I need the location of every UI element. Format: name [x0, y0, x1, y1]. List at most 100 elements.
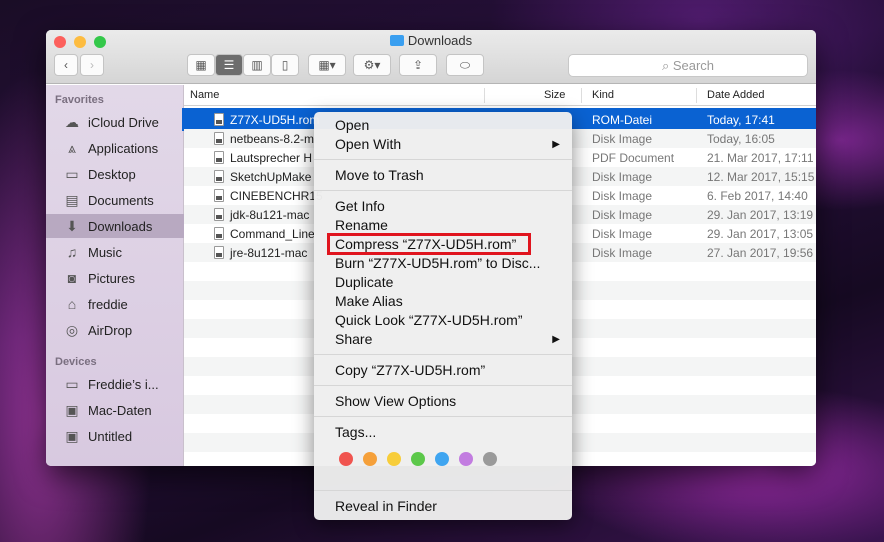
favorites-heading: Favorites [55, 94, 104, 106]
tag-color-dot[interactable] [411, 452, 425, 466]
search-placeholder: Search [672, 58, 715, 73]
sidebar: Favorites Devices ☁ iCloud Drive ⩓ Applicat… [46, 85, 184, 466]
menu-item-label: Move to Trash [335, 167, 424, 183]
menu-item-make-alias[interactable]: Make Alias [314, 292, 572, 311]
menu-item-open-with[interactable]: Open With ▶ [314, 135, 572, 154]
file-icon [214, 151, 224, 164]
applications-icon: ⩓ [68, 139, 76, 156]
action-gear-button[interactable]: ⚙▾ [353, 54, 391, 76]
menu-item-move-to-trash[interactable]: Move to Trash [314, 166, 572, 185]
icon-view-button[interactable]: ▦ [187, 54, 215, 76]
disk-icon: ▣ [65, 401, 79, 418]
back-button[interactable]: ‹ [54, 54, 78, 76]
menu-item-label: Copy “Z77X-UD5H.rom” [335, 362, 486, 378]
menu-item-copy-z77x-ud5h-rom[interactable]: Copy “Z77X-UD5H.rom” [314, 361, 572, 380]
menu-separator [314, 159, 572, 160]
column-kind[interactable]: Kind [592, 89, 614, 101]
tag-color-dot[interactable] [339, 452, 353, 466]
file-name: Lautsprecher H [230, 151, 313, 165]
tag-color-dot[interactable] [459, 452, 473, 466]
menu-item-burn-z77x-ud5h-rom-to-disc[interactable]: Burn “Z77X-UD5H.rom” to Disc... [314, 254, 572, 273]
sidebar-item-label: AirDrop [88, 322, 133, 338]
sidebar-item-freddie[interactable]: ⌂ freddie [46, 292, 184, 316]
sidebar-item-freddie-s-i-[interactable]: ▭ Freddie’s i... [46, 372, 184, 396]
file-date: 12. Mar 2017, 15:15 [707, 170, 815, 184]
computer-icon: ▭ [65, 375, 79, 392]
sidebar-item-icloud-drive[interactable]: ☁ iCloud Drive [46, 110, 184, 134]
sidebar-item-desktop[interactable]: ▭ Desktop [46, 162, 184, 186]
column-view-button[interactable]: ▥ [243, 54, 271, 76]
file-icon [214, 246, 224, 259]
file-name: Z77X-UD5H.rom [230, 113, 320, 127]
file-date: Today, 16:05 [707, 132, 775, 146]
menu-item-label: Rename [335, 217, 388, 233]
window-title: Downloads [46, 33, 816, 48]
sidebar-item-mac-daten[interactable]: ▣ Mac-Daten [46, 398, 184, 422]
coverflow-view-button[interactable]: ▯ [271, 54, 299, 76]
tags-button[interactable]: ⬭ [446, 54, 484, 76]
context-menu: Open Open With ▶ Move to Trash Get Info Renam… [314, 112, 572, 520]
menu-item-duplicate[interactable]: Duplicate [314, 273, 572, 292]
menu-item-tags[interactable]: Tags... [314, 423, 572, 442]
cloud-icon: ☁ [65, 113, 79, 130]
menu-separator [314, 490, 572, 491]
file-icon [214, 170, 224, 183]
file-date: 21. Mar 2017, 17:11 [707, 151, 814, 165]
sidebar-item-label: Desktop [88, 166, 136, 182]
column-divider[interactable] [484, 88, 485, 103]
share-button[interactable]: ⇪ [399, 54, 437, 76]
sidebar-item-documents[interactable]: ▤ Documents [46, 188, 184, 212]
arrange-button[interactable]: ▦▾ [308, 54, 346, 76]
file-date: 29. Jan 2017, 13:05 [707, 227, 814, 241]
tag-color-dot[interactable] [387, 452, 401, 466]
file-icon [214, 227, 224, 240]
menu-item-label: Share [335, 331, 373, 347]
menu-item-show-view-options[interactable]: Show View Options [314, 392, 572, 411]
column-date-added[interactable]: Date Added [707, 89, 765, 101]
highlight-box [327, 233, 531, 255]
menu-separator [314, 416, 572, 417]
search-input[interactable]: ⌕ Search [568, 54, 808, 77]
sidebar-item-untitled[interactable]: ▣ Untitled [46, 424, 184, 448]
list-view-button[interactable]: ☰ [215, 54, 243, 76]
desktop-icon: ▭ [65, 165, 79, 182]
file-name: SketchUpMake [230, 170, 312, 184]
menu-item-share[interactable]: Share ▶ [314, 330, 572, 349]
menu-item-get-info[interactable]: Get Info [314, 197, 572, 216]
sidebar-item-label: iCloud Drive [88, 114, 159, 130]
file-kind: Disk Image [592, 227, 653, 241]
menu-item-reveal-in-finder[interactable]: Reveal in Finder [314, 497, 572, 516]
menu-separator [314, 354, 572, 355]
sidebar-item-music[interactable]: ♫ Music [46, 240, 184, 264]
menu-item-quick-look-z77x-ud5h-rom[interactable]: Quick Look “Z77X-UD5H.rom” [314, 311, 572, 330]
file-kind: Disk Image [592, 170, 653, 184]
forward-button[interactable]: › [80, 54, 104, 76]
sidebar-item-label: Freddie’s i... [88, 376, 159, 392]
tag-color-dot[interactable] [363, 452, 377, 466]
column-name[interactable]: Name [190, 89, 219, 101]
sidebar-item-applications[interactable]: ⩓ Applications [46, 136, 184, 160]
sidebar-item-label: Mac-Daten [88, 402, 152, 418]
menu-item-label: Burn “Z77X-UD5H.rom” to Disc... [335, 255, 541, 271]
sidebar-item-label: Untitled [88, 428, 133, 444]
tag-color-dot[interactable] [483, 452, 497, 466]
file-icon [214, 132, 224, 145]
file-kind: ROM-Datei [592, 113, 653, 127]
column-divider[interactable] [696, 88, 697, 103]
submenu-arrow-icon: ▶ [552, 139, 560, 150]
downloads-icon: ⬇ [66, 217, 78, 234]
file-kind: PDF Document [592, 151, 675, 165]
sidebar-item-downloads[interactable]: ⬇ Downloads [46, 214, 184, 238]
file-kind: Disk Image [592, 189, 653, 203]
sidebar-item-pictures[interactable]: ◙ Pictures [46, 266, 184, 290]
folder-icon [389, 35, 404, 46]
file-date: 6. Feb 2017, 14:40 [707, 189, 808, 203]
sidebar-item-airdrop[interactable]: ◎ AirDrop [46, 318, 184, 342]
tag-color-dot[interactable] [435, 452, 449, 466]
file-name: CINEBENCHR15 [230, 189, 323, 203]
column-size[interactable]: Size [544, 89, 565, 101]
menu-item-open[interactable]: Open [314, 116, 572, 135]
menu-separator [314, 190, 572, 191]
column-divider[interactable] [581, 88, 582, 103]
menu-item-label: Duplicate [335, 274, 394, 290]
